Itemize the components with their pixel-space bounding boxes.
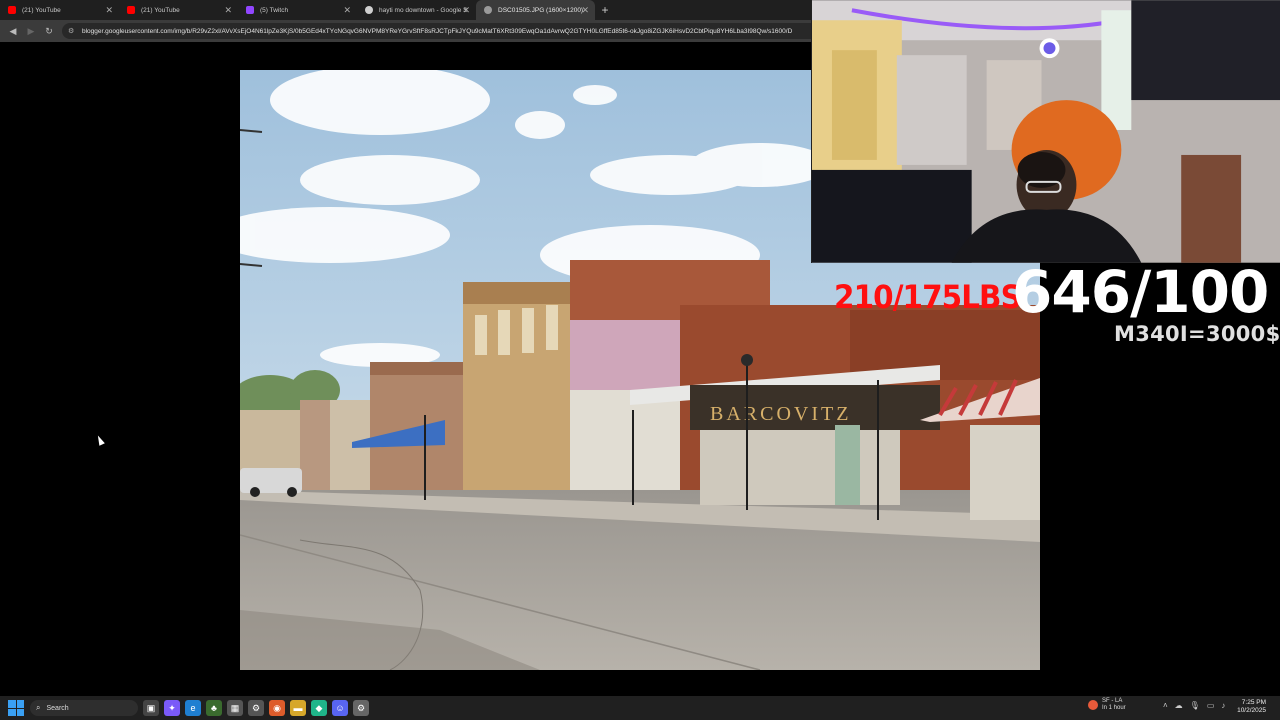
copilot-icon[interactable]: ✦ bbox=[164, 700, 180, 716]
youtube-icon bbox=[127, 6, 135, 14]
clock[interactable]: 7:25 PM 10/2/2025 bbox=[1237, 699, 1266, 715]
chrome-icon[interactable]: ◉ bbox=[269, 700, 285, 716]
mouse-cursor-icon bbox=[95, 434, 105, 446]
taskbar-search[interactable]: ⌕ Search bbox=[30, 700, 138, 716]
browser-tab-strip: (21) YouTube ✕ (21) YouTube ✕ (5) Twitch… bbox=[0, 0, 812, 20]
globe-icon bbox=[484, 6, 492, 14]
reload-icon[interactable]: ↻ bbox=[40, 22, 58, 40]
time-text: 7:25 PM bbox=[1241, 699, 1266, 706]
forward-icon[interactable]: ▶ bbox=[22, 22, 40, 40]
task-view-icon[interactable]: ▣ bbox=[143, 700, 159, 716]
tab-google-search[interactable]: hayti mo downtown - Google S ✕ bbox=[357, 0, 476, 20]
store-icon[interactable]: ▦ bbox=[227, 700, 243, 716]
tab-image[interactable]: DSC01505.JPG (1600×1200) ✕ bbox=[476, 0, 595, 20]
new-tab-button[interactable]: + bbox=[595, 0, 615, 20]
game-icon[interactable]: ♣ bbox=[206, 700, 222, 716]
windows-start-icon[interactable] bbox=[8, 700, 24, 716]
network-icon[interactable]: ▭ bbox=[1207, 701, 1215, 710]
youtube-icon bbox=[8, 6, 16, 14]
address-bar[interactable]: ⚙ blogger.googleusercontent.com/img/b/R2… bbox=[62, 23, 812, 39]
svg-text:BARCOVITZ: BARCOVITZ bbox=[710, 403, 851, 425]
close-icon[interactable]: ✕ bbox=[343, 4, 351, 16]
tab-title: (5) Twitch bbox=[260, 6, 289, 14]
file-explorer-icon[interactable]: ▬ bbox=[290, 700, 306, 716]
tab-title: DSC01505.JPG (1600×1200) bbox=[498, 6, 584, 14]
discord-icon[interactable]: ☺ bbox=[332, 700, 348, 716]
browser-toolbar: ◀ ▶ ↻ ⚙ blogger.googleusercontent.com/im… bbox=[0, 20, 812, 42]
close-icon[interactable]: ✕ bbox=[462, 4, 470, 16]
google-icon bbox=[365, 6, 373, 14]
weather-widget[interactable]: SF - LA In 1 hour bbox=[1088, 698, 1126, 712]
date-text: 10/2/2025 bbox=[1237, 707, 1266, 714]
tab-title: (21) YouTube bbox=[141, 6, 180, 14]
close-icon[interactable]: ✕ bbox=[581, 4, 589, 16]
webcam-feed bbox=[811, 0, 1280, 263]
site-info-icon[interactable]: ⚙ bbox=[68, 27, 78, 35]
microphone-icon[interactable]: 🎙 bbox=[1190, 701, 1200, 710]
edge-icon[interactable]: e bbox=[185, 700, 201, 716]
search-icon: ⌕ bbox=[36, 703, 41, 712]
close-icon[interactable]: ✕ bbox=[224, 4, 232, 16]
tab-twitch[interactable]: (5) Twitch ✕ bbox=[238, 0, 357, 20]
settings-icon[interactable]: ⚙ bbox=[248, 700, 264, 716]
weight-counter: 210/175LBS bbox=[834, 278, 1022, 316]
weather-alert-icon bbox=[1088, 700, 1098, 710]
url-text: blogger.googleusercontent.com/img/b/R29v… bbox=[82, 27, 793, 35]
progress-counter: 646/100 bbox=[1012, 258, 1269, 326]
app-icon[interactable]: ◆ bbox=[311, 700, 327, 716]
weather-subtext: In 1 hour bbox=[1102, 705, 1126, 711]
weather-text: SF - LA bbox=[1102, 698, 1123, 704]
volume-icon[interactable]: ♪ bbox=[1221, 701, 1225, 710]
gear-icon[interactable]: ⚙ bbox=[353, 700, 369, 716]
chevron-up-icon[interactable]: ˄ bbox=[1163, 701, 1168, 710]
goal-label: M340I=3000$ bbox=[1114, 322, 1280, 346]
taskbar: ⌕ Search ▣ ✦ e ♣ ▦ ⚙ ◉ ▬ ◆ ☺ ⚙ SF - LA I… bbox=[0, 696, 1280, 720]
tab-title: (21) YouTube bbox=[22, 6, 61, 14]
close-icon[interactable]: ✕ bbox=[105, 4, 113, 16]
cloud-icon[interactable]: ☁ bbox=[1175, 701, 1183, 710]
tab-youtube-2[interactable]: (21) YouTube ✕ bbox=[119, 0, 238, 20]
search-label: Search bbox=[46, 704, 69, 712]
tab-youtube-1[interactable]: (21) YouTube ✕ bbox=[0, 0, 119, 20]
twitch-icon bbox=[246, 6, 254, 14]
system-tray: ˄ ☁ 🎙 ▭ ♪ bbox=[1163, 701, 1225, 710]
back-icon[interactable]: ◀ bbox=[4, 22, 22, 40]
tab-title: hayti mo downtown - Google S bbox=[379, 6, 468, 14]
